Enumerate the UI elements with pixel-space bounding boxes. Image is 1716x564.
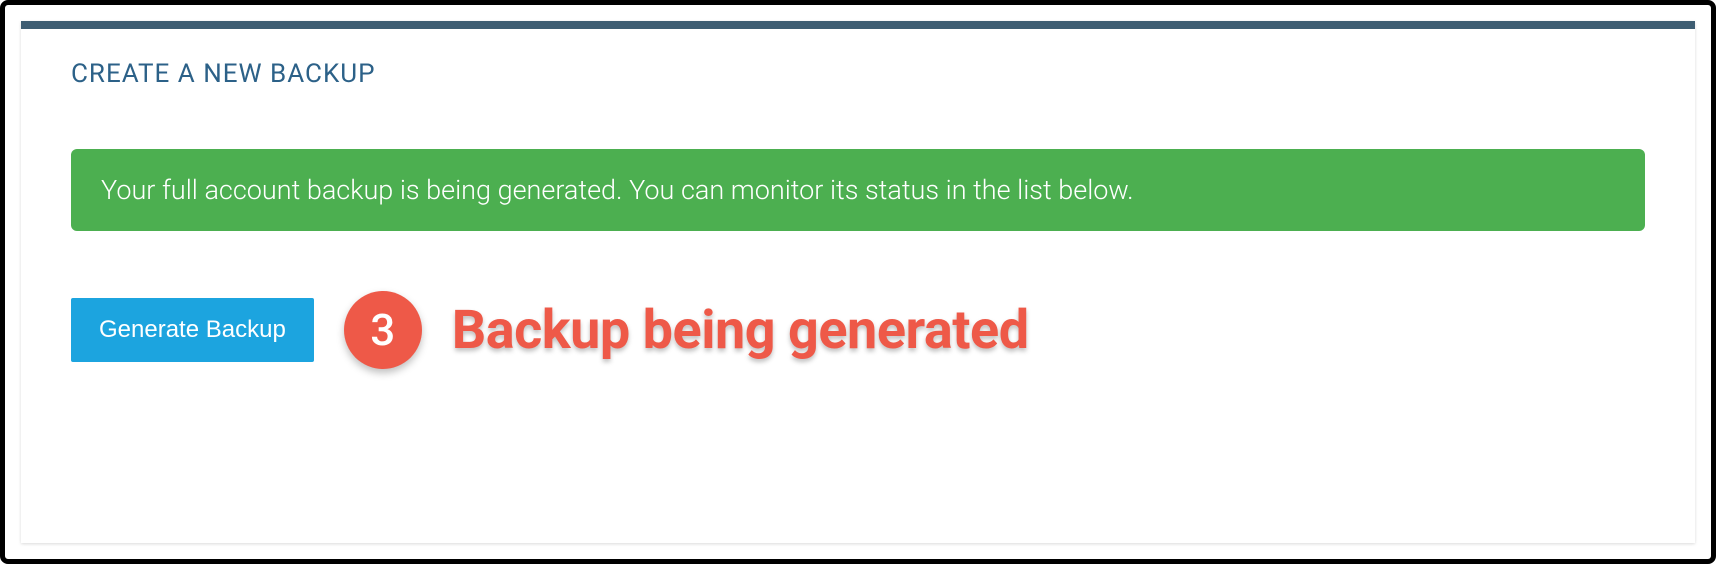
callout-label: Backup being generated [452,299,1029,362]
alert-message: Your full account backup is being genera… [101,174,1134,206]
success-alert: Your full account backup is being genera… [71,149,1645,231]
action-row: Generate Backup 3 Backup being generated [71,291,1645,369]
step-number-badge: 3 [344,291,422,369]
generate-backup-button[interactable]: Generate Backup [71,298,314,362]
section-title: CREATE A NEW BACKUP [71,59,1645,89]
backup-panel: CREATE A NEW BACKUP Your full account ba… [21,21,1695,543]
app-frame: CREATE A NEW BACKUP Your full account ba… [0,0,1716,564]
step-number: 3 [370,304,395,356]
